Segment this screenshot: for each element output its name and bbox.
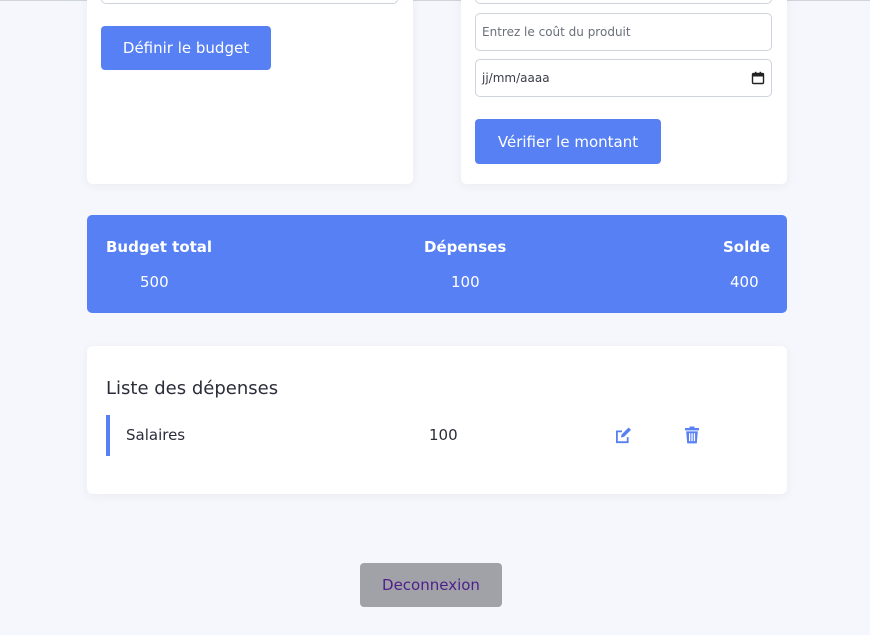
list-item: Salaires 100 [106, 415, 766, 456]
set-budget-button[interactable]: Définir le budget [101, 26, 271, 70]
product-cost-placeholder: Entrez le coût du produit [482, 25, 631, 39]
budget-summary: Budget total 500 Dépenses 100 Solde 400 [87, 215, 787, 313]
expense-card: Entrez le coût du produit jj/mm/aaaa Vér… [461, 0, 787, 184]
expense-name: Salaires [126, 426, 186, 444]
calendar-icon[interactable] [751, 71, 765, 85]
expense-list-card: Liste des dépenses Salaires 100 [87, 346, 787, 494]
trash-icon[interactable] [682, 425, 702, 445]
budget-input[interactable] [101, 0, 398, 4]
date-placeholder: jj/mm/aaaa [482, 71, 550, 85]
balance-label: Solde [723, 238, 771, 256]
expenses-label: Dépenses [424, 238, 507, 256]
total-budget-label: Budget total [106, 238, 213, 256]
product-name-input[interactable] [475, 0, 772, 4]
logout-button[interactable]: Deconnexion [360, 563, 502, 607]
check-amount-button[interactable]: Vérifier le montant [475, 119, 661, 164]
budget-card: Définir le budget [87, 0, 413, 184]
total-budget-value: 500 [140, 273, 169, 291]
expense-list-title: Liste des dépenses [106, 378, 279, 399]
expenses-value: 100 [451, 273, 480, 291]
expense-amount: 100 [429, 426, 458, 444]
date-input[interactable]: jj/mm/aaaa [475, 59, 772, 97]
balance-value: 400 [730, 273, 759, 291]
edit-icon[interactable] [613, 425, 633, 445]
product-cost-input[interactable]: Entrez le coût du produit [475, 13, 772, 51]
